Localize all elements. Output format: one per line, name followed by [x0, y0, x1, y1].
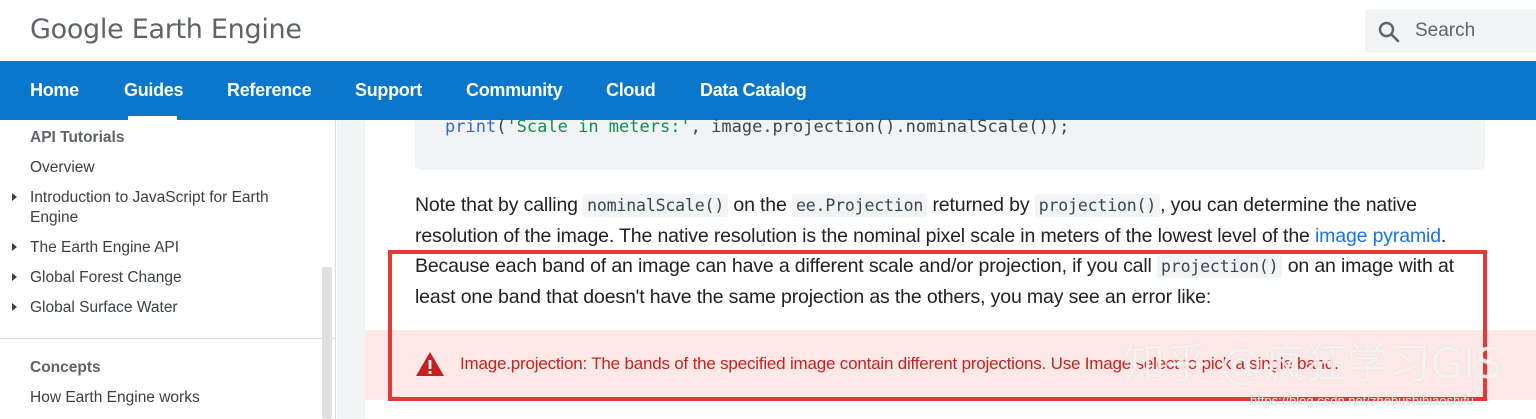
- watermark: 知乎 @疯狂学习GIS: [1123, 339, 1502, 388]
- chevron-right-icon[interactable]: [12, 303, 17, 311]
- main-nav: Home Guides Reference Support Community …: [0, 61, 1536, 120]
- code-string: 'Scale in meters:': [506, 117, 691, 137]
- paragraph-text: returned by: [927, 194, 1035, 216]
- sidebar-section-title: API Tutorials: [30, 129, 125, 146]
- nav-cloud[interactable]: Cloud: [606, 80, 656, 101]
- code-line: print('Scale in meters:', image.projecti…: [445, 117, 1069, 137]
- search-icon: [1378, 21, 1400, 43]
- code-keyword: print: [445, 117, 497, 137]
- chevron-right-icon[interactable]: [12, 193, 17, 201]
- chevron-right-icon[interactable]: [12, 243, 17, 251]
- sidebar-item-global-surface-water[interactable]: Global Surface Water: [30, 298, 310, 318]
- nav-guides[interactable]: Guides: [124, 80, 184, 101]
- code-rest: , image.projection().nominalScale());: [690, 117, 1070, 137]
- search-input[interactable]: Search: [1415, 20, 1475, 42]
- sidebar-item-global-forest-change[interactable]: Global Forest Change: [30, 268, 310, 288]
- paragraph-text: Note that by calling: [415, 194, 584, 216]
- sidebar-item-overview[interactable]: Overview: [30, 158, 310, 178]
- nav-community[interactable]: Community: [466, 80, 563, 101]
- sidebar: API Tutorials Overview Introduction to J…: [0, 120, 336, 419]
- sidebar-section-title-concepts: Concepts: [30, 359, 101, 376]
- code-paren: (: [496, 117, 507, 137]
- logo-product: Earth Engine: [131, 14, 302, 45]
- nav-data-catalog[interactable]: Data Catalog: [700, 80, 807, 101]
- nav-reference[interactable]: Reference: [227, 80, 312, 101]
- sidebar-scrollbar[interactable]: [322, 267, 332, 419]
- paragraph-text: on the: [728, 194, 792, 216]
- logo-google: Google: [30, 14, 124, 45]
- inline-code: nominalScale(): [583, 194, 729, 217]
- top-bar: Google Earth Engine Search: [0, 0, 1536, 61]
- site-logo[interactable]: Google Earth Engine: [30, 14, 302, 45]
- nav-support[interactable]: Support: [355, 80, 422, 101]
- code-block: print('Scale in meters:', image.projecti…: [415, 117, 1485, 170]
- nav-home[interactable]: Home: [30, 80, 79, 101]
- sidebar-item-intro-javascript[interactable]: Introduction to JavaScript for Earth Eng…: [30, 188, 310, 228]
- image-pyramid-link[interactable]: image pyramid: [1315, 225, 1441, 247]
- inline-code: projection(): [1034, 194, 1161, 217]
- sidebar-divider: [0, 338, 336, 339]
- sidebar-item-how-earth-engine-works[interactable]: How Earth Engine works: [30, 388, 310, 408]
- inline-code: ee.Projection: [791, 194, 928, 217]
- chevron-right-icon[interactable]: [12, 273, 17, 281]
- sidebar-item-earth-engine-api[interactable]: The Earth Engine API: [30, 238, 310, 258]
- search-box[interactable]: Search: [1365, 9, 1536, 53]
- watermark-url: https://blog.csdn.net/zhebushibiaoshifu: [1250, 393, 1475, 408]
